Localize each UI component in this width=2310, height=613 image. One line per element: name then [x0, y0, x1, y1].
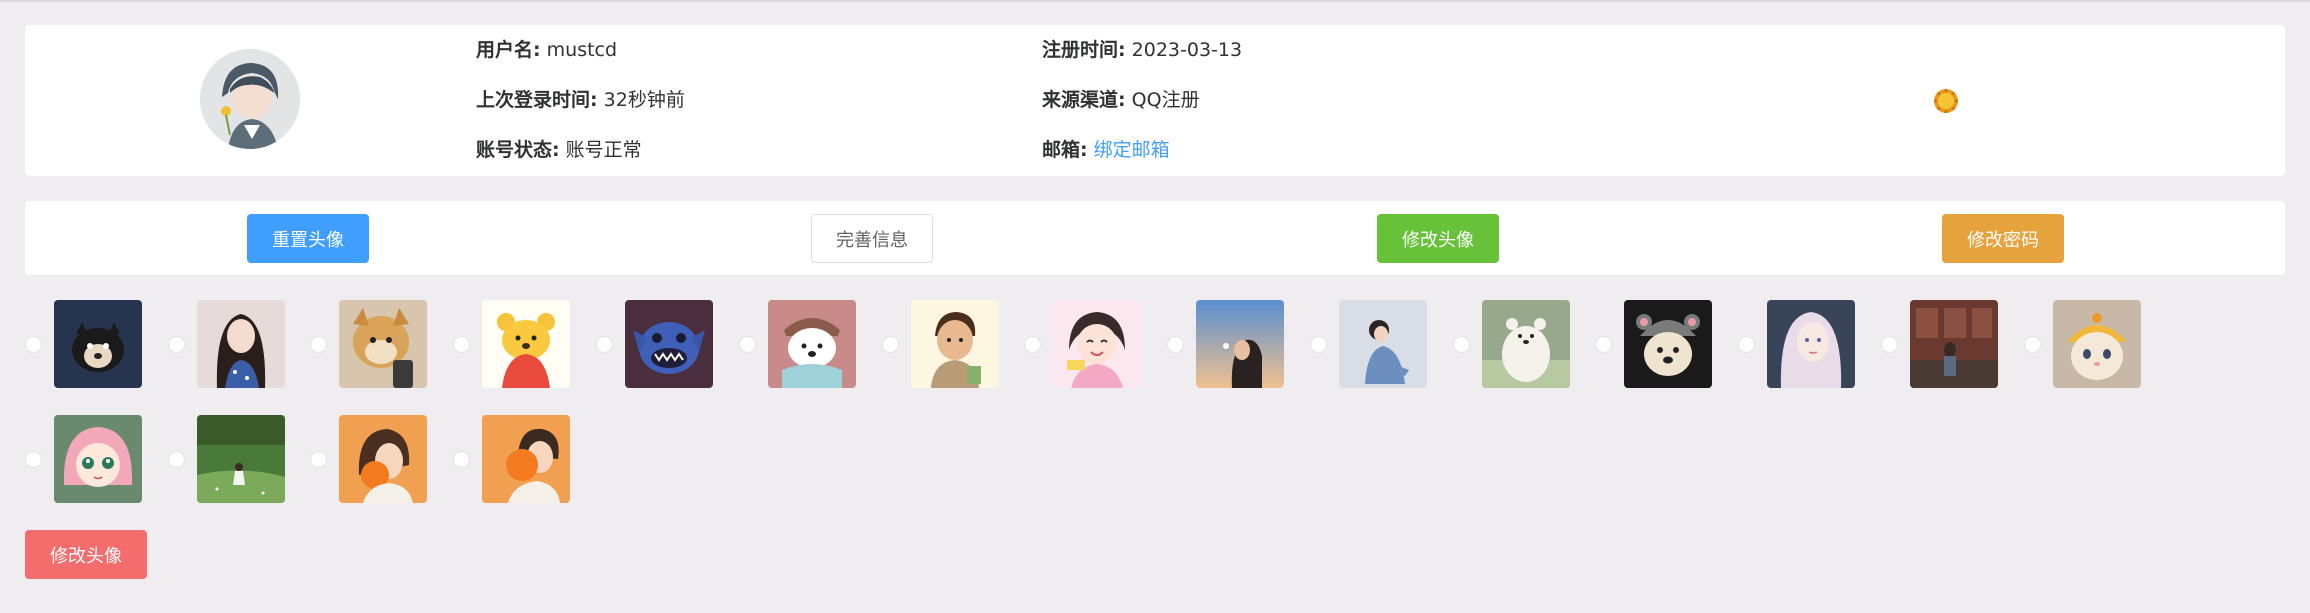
- email-row: 邮箱: 绑定邮箱: [1042, 138, 1170, 162]
- yellow-hat-cat-avatar-icon[interactable]: [2053, 300, 2141, 388]
- avatar-option: [168, 300, 328, 390]
- avatar-option: [1167, 300, 1327, 390]
- last-login-row: 上次登录时间: 32秒钟前: [476, 88, 685, 112]
- avatar-radio[interactable]: [1310, 336, 1327, 353]
- change-avatar-button[interactable]: 修改头像: [1377, 214, 1499, 263]
- avatar-radio[interactable]: [25, 451, 42, 468]
- user-avatar: [200, 49, 300, 149]
- register-time-value: 2023-03-13: [1131, 39, 1243, 61]
- orange-girl-avatar-icon[interactable]: [339, 415, 427, 503]
- avatar-radio[interactable]: [1167, 336, 1184, 353]
- email-label: 邮箱:: [1042, 139, 1088, 161]
- bind-email-link[interactable]: 绑定邮箱: [1094, 139, 1170, 161]
- avatar-radio[interactable]: [739, 336, 756, 353]
- avatar-option: [25, 300, 185, 390]
- avatar-radio[interactable]: [310, 451, 327, 468]
- register-time-label: 注册时间:: [1042, 39, 1126, 61]
- source-value: QQ注册: [1131, 89, 1200, 111]
- avatar-radio[interactable]: [453, 336, 470, 353]
- status-label: 账号状态:: [476, 139, 560, 161]
- complete-info-button[interactable]: 完善信息: [811, 214, 933, 263]
- white-bear-avatar-icon[interactable]: [1482, 300, 1570, 388]
- profile-card: 用户名: mustcd 注册时间: 2023-03-13 上次登录时间: 32秒…: [25, 25, 2285, 176]
- avatar-radio[interactable]: [1024, 336, 1041, 353]
- avatar-option: [2024, 300, 2184, 390]
- black-dog-avatar-icon[interactable]: [54, 300, 142, 388]
- avatar-radio[interactable]: [453, 451, 470, 468]
- smiling-girl-avatar-icon[interactable]: [1053, 300, 1141, 388]
- avatar-option: [453, 415, 613, 505]
- avatar-radio[interactable]: [1453, 336, 1470, 353]
- avatar-radio[interactable]: [2024, 336, 2041, 353]
- change-password-button[interactable]: 修改密码: [1942, 214, 2064, 263]
- avatar-option: [310, 300, 470, 390]
- avatar-radio[interactable]: [25, 336, 42, 353]
- winnie-bear-avatar-icon[interactable]: [482, 300, 570, 388]
- avatar-option: [310, 415, 470, 505]
- avatar-radio[interactable]: [1881, 336, 1898, 353]
- last-login-value: 32秒钟前: [603, 89, 685, 111]
- avatar-option: [1738, 300, 1898, 390]
- avatar-option: [1310, 300, 1470, 390]
- source-row: 来源渠道: QQ注册: [1042, 88, 1200, 112]
- source-label: 来源渠道:: [1042, 89, 1126, 111]
- ice-bear-avatar-icon[interactable]: [768, 300, 856, 388]
- submit-avatar-button[interactable]: 修改头像: [25, 530, 147, 579]
- avatar-option: [168, 415, 328, 505]
- status-row: 账号状态: 账号正常: [476, 138, 642, 162]
- stitch-avatar-icon[interactable]: [625, 300, 713, 388]
- username-value: mustcd: [546, 39, 618, 61]
- sun-icon[interactable]: [1933, 88, 1959, 114]
- avatar-radio[interactable]: [1595, 336, 1612, 353]
- avatar-radio[interactable]: [168, 336, 185, 353]
- avatar-option: [1024, 300, 1184, 390]
- action-bar: 重置头像 完善信息 修改头像 修改密码: [25, 201, 2285, 275]
- register-time-row: 注册时间: 2023-03-13: [1042, 38, 1242, 62]
- avatar-option: [596, 300, 756, 390]
- long-hair-girl-avatar-icon[interactable]: [197, 300, 285, 388]
- hat-dog-avatar-icon[interactable]: [1624, 300, 1712, 388]
- avatar-radio[interactable]: [1738, 336, 1755, 353]
- reset-avatar-button[interactable]: 重置头像: [247, 214, 369, 263]
- grass-field-avatar-icon[interactable]: [197, 415, 285, 503]
- pink-hair-girl-avatar-icon[interactable]: [54, 415, 142, 503]
- last-login-label: 上次登录时间:: [476, 89, 598, 111]
- top-divider: [0, 0, 2310, 2]
- avatar-radio[interactable]: [310, 336, 327, 353]
- username-label: 用户名:: [476, 39, 541, 61]
- cartoon-boy-avatar-icon[interactable]: [911, 300, 999, 388]
- avatar-radio[interactable]: [882, 336, 899, 353]
- avatar-option: [1881, 300, 2041, 390]
- shiba-dog-avatar-icon[interactable]: [339, 300, 427, 388]
- avatar-option: [453, 300, 613, 390]
- avatar-option: [739, 300, 899, 390]
- avatar-option: [882, 300, 1042, 390]
- avatar-radio[interactable]: [596, 336, 613, 353]
- sunset-girl-avatar-icon[interactable]: [1196, 300, 1284, 388]
- city-scene-avatar-icon[interactable]: [1910, 300, 1998, 388]
- avatar-option: [1595, 300, 1755, 390]
- anime-girl-avatar-icon[interactable]: [1767, 300, 1855, 388]
- sitting-girl-avatar-icon[interactable]: [1339, 300, 1427, 388]
- avatar-radio[interactable]: [168, 451, 185, 468]
- username-row: 用户名: mustcd: [476, 38, 617, 62]
- avatar-option: [25, 415, 185, 505]
- status-value: 账号正常: [565, 139, 642, 161]
- orange-boy-avatar-icon[interactable]: [482, 415, 570, 503]
- avatar-option: [1453, 300, 1613, 390]
